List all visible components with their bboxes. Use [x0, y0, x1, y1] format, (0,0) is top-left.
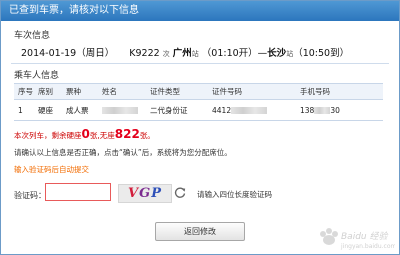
verification-label: 验证码：: [14, 191, 46, 200]
id-number-prefix: 4412: [212, 105, 232, 115]
id-type: 二代身份证: [146, 99, 208, 121]
auto-submit-notice: 输入验证码后自动提交: [14, 165, 89, 174]
section-divider: [11, 63, 389, 64]
train-number: K9222: [129, 48, 160, 59]
seat-class: 硬座: [34, 99, 62, 121]
back-modify-button[interactable]: 返回修改: [155, 222, 245, 241]
id-number: 4412: [208, 99, 296, 121]
captcha-image[interactable]: VGP: [118, 184, 172, 203]
remaining-mid: 张,无座: [89, 131, 115, 140]
to-station: 长沙: [267, 48, 287, 59]
captcha-char: P: [151, 186, 162, 201]
hard-seat-count: 0: [81, 127, 90, 141]
redacted-name: [102, 107, 138, 114]
column-header: 票种: [62, 83, 98, 100]
row-index: 1: [14, 99, 34, 121]
column-header: 手机号码: [296, 83, 383, 100]
baidu-jingyan-watermark: Baidu 经验 jingyan.baidu.com: [320, 228, 395, 250]
remaining-seats: 本次列车，剩余硬座0张,无座822张。: [14, 127, 155, 141]
phone-number: 138 30: [296, 99, 383, 121]
table-row: 1 硬座 成人票 二代身份证 4412 138 30: [14, 99, 383, 121]
passenger-name: [98, 99, 146, 121]
phone-prefix: 138: [300, 105, 315, 115]
confirm-notice: 请确认以上信息是否正确，点击“确认”后，系统将为您分配席位。: [14, 148, 232, 157]
svg-text:Baidu 经验: Baidu 经验: [341, 231, 388, 242]
captcha-char: G: [139, 186, 152, 201]
column-header: 证件号码: [208, 83, 296, 100]
train-suffix: 次: [162, 50, 170, 58]
station-suffix: 站: [191, 50, 199, 58]
passenger-table: 序号 席别 票种 姓名 证件类型 证件号码 手机号码 1 硬座 成人票 二代身份…: [14, 83, 383, 121]
redacted-phone: [314, 107, 331, 114]
column-header: 序号: [14, 83, 34, 100]
verification-hint: 请输入四位长度验证码: [197, 190, 272, 199]
no-seat-count: 822: [114, 127, 140, 141]
refresh-icon[interactable]: [173, 184, 187, 200]
passenger-info-heading: 乘车人信息: [14, 71, 60, 81]
remaining-suffix: 张。: [139, 131, 155, 140]
ticket-confirm-dialog: 已查到车票，请核对以下信息 车次信息 2014-01-19（周日） K9222 …: [0, 0, 400, 255]
train-info-heading: 车次信息: [14, 31, 51, 41]
svg-text:jingyan.baidu.com: jingyan.baidu.com: [340, 243, 395, 250]
depart-time: （01:10开）: [201, 48, 258, 59]
column-header: 姓名: [98, 83, 146, 100]
ticket-type: 成人票: [62, 99, 98, 121]
from-station: 广州: [172, 48, 192, 59]
phone-suffix: 30: [330, 105, 340, 115]
captcha-char: V: [128, 186, 140, 201]
dialog-title: 已查到车票，请核对以下信息: [1, 1, 399, 21]
remaining-prefix: 本次列车，剩余硬座: [14, 131, 82, 140]
column-header: 证件类型: [146, 83, 208, 100]
column-header: 席别: [34, 83, 62, 100]
redacted-id: [231, 107, 268, 114]
verification-code-input[interactable]: [45, 183, 111, 201]
arrive-time: （10:50到）: [293, 48, 350, 59]
travel-date: 2014-01-19（周日）: [21, 48, 115, 59]
train-info-line: 2014-01-19（周日） K9222 次 广州站 （01:10开）—长沙站（…: [21, 45, 349, 59]
table-header-row: 序号 席别 票种 姓名 证件类型 证件号码 手机号码: [14, 83, 383, 100]
route-separator: —: [257, 48, 268, 59]
